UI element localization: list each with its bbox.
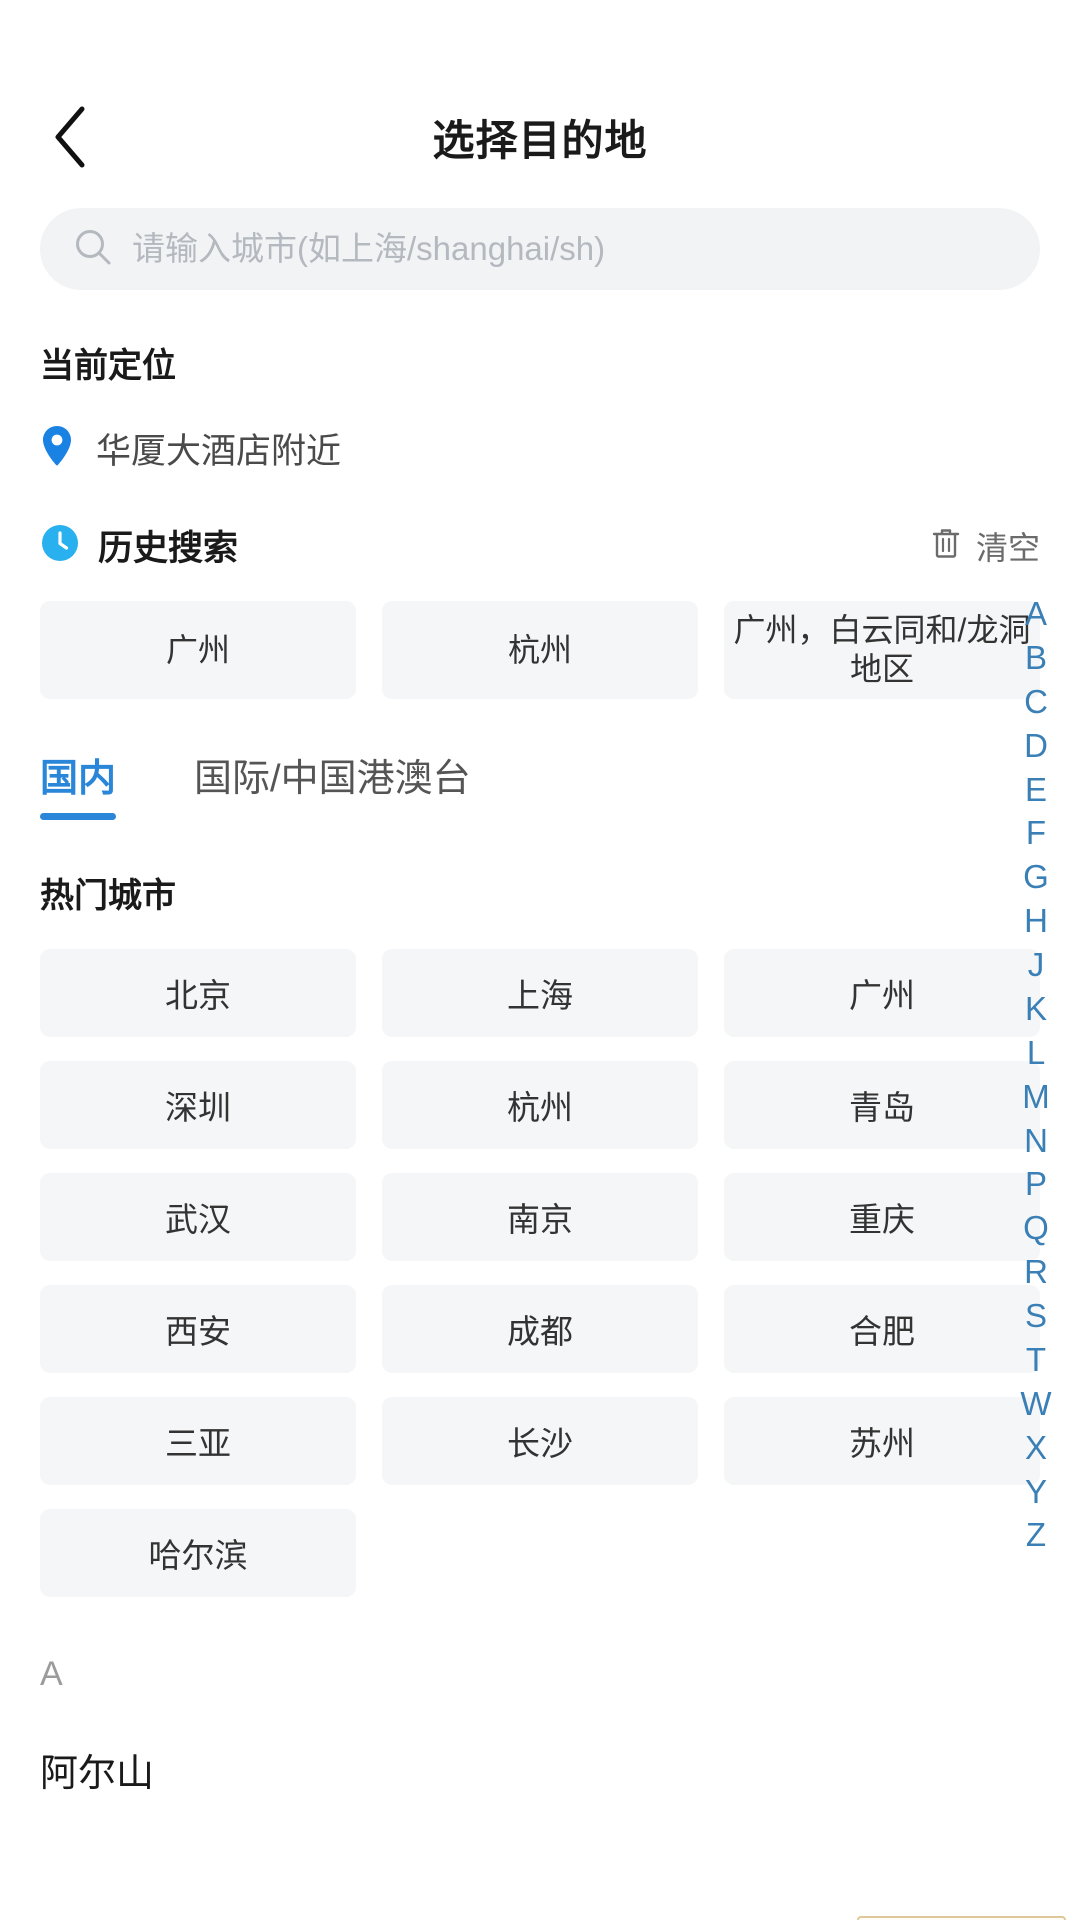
city-cell[interactable]: 武汉 bbox=[40, 1173, 356, 1262]
index-letter[interactable]: E bbox=[1025, 768, 1047, 812]
index-letter[interactable]: B bbox=[1025, 636, 1047, 680]
index-letter[interactable]: K bbox=[1025, 987, 1047, 1031]
back-button[interactable] bbox=[34, 101, 106, 173]
city-cell[interactable]: 北京 bbox=[40, 949, 356, 1038]
trash-icon bbox=[930, 526, 962, 565]
search-input[interactable] bbox=[132, 230, 1006, 268]
city-cell[interactable]: 深圳 bbox=[40, 1061, 356, 1150]
city-cell[interactable]: 苏州 bbox=[724, 1397, 1040, 1486]
hot-cities-grid: 北京 上海 广州 深圳 杭州 青岛 武汉 南京 重庆 西安 成都 合肥 三亚 长… bbox=[0, 949, 1080, 1598]
clear-history-button[interactable]: 清空 bbox=[930, 523, 1040, 569]
index-letter[interactable]: Z bbox=[1026, 1513, 1046, 1557]
map-pin-icon bbox=[40, 424, 74, 473]
index-letter[interactable]: Q bbox=[1023, 1206, 1049, 1250]
page-header: 选择目的地 bbox=[0, 72, 1080, 202]
chevron-left-icon bbox=[50, 105, 90, 169]
index-letter[interactable]: X bbox=[1025, 1426, 1047, 1470]
index-letter[interactable]: N bbox=[1024, 1119, 1048, 1163]
history-chip-grid: 广州 杭州 广州，白云同和/龙洞地区 bbox=[0, 601, 1080, 700]
history-chip[interactable]: 广州，白云同和/龙洞地区 bbox=[724, 601, 1040, 700]
index-letter[interactable]: M bbox=[1022, 1075, 1050, 1119]
city-cell[interactable]: 重庆 bbox=[724, 1173, 1040, 1262]
city-cell[interactable]: 杭州 bbox=[382, 1061, 698, 1150]
search-bar[interactable] bbox=[40, 208, 1040, 290]
city-cell[interactable]: 合肥 bbox=[724, 1285, 1040, 1374]
region-tabs: 国内 国际/中国港澳台 bbox=[0, 747, 1080, 821]
clock-icon bbox=[40, 523, 80, 568]
history-chip[interactable]: 杭州 bbox=[382, 601, 698, 700]
city-cell[interactable]: 西安 bbox=[40, 1285, 356, 1374]
history-title: 历史搜索 bbox=[98, 529, 239, 568]
page-title: 选择目的地 bbox=[432, 116, 648, 164]
city-cell[interactable]: 上海 bbox=[382, 949, 698, 1038]
history-header: 历史搜索 清空 bbox=[0, 520, 1080, 571]
search-icon bbox=[74, 228, 112, 271]
search-section bbox=[0, 208, 1080, 290]
alpha-section-letter: A bbox=[40, 1655, 63, 1694]
index-letter[interactable]: P bbox=[1025, 1162, 1047, 1206]
current-location-heading: 当前定位 bbox=[40, 347, 176, 385]
index-letter[interactable]: W bbox=[1020, 1382, 1051, 1426]
index-letter[interactable]: J bbox=[1028, 943, 1045, 987]
index-letter[interactable]: T bbox=[1026, 1338, 1046, 1382]
city-cell[interactable]: 南京 bbox=[382, 1173, 698, 1262]
index-letter[interactable]: F bbox=[1026, 811, 1046, 855]
alpha-city-item[interactable]: 阿尔山 bbox=[0, 1742, 1080, 1797]
watermark-badge: 铜天下手游 WWW.168510.COM bbox=[856, 1916, 1066, 1920]
current-location-name: 华厦大酒店附近 bbox=[96, 432, 342, 471]
city-cell[interactable]: 广州 bbox=[724, 949, 1040, 1038]
index-letter[interactable]: R bbox=[1024, 1250, 1048, 1294]
index-letter[interactable]: H bbox=[1024, 899, 1048, 943]
city-cell[interactable]: 成都 bbox=[382, 1285, 698, 1374]
index-letter[interactable]: G bbox=[1023, 855, 1049, 899]
index-letter[interactable]: L bbox=[1027, 1031, 1045, 1075]
history-title-group: 历史搜索 bbox=[40, 520, 238, 571]
destination-picker-screen: 选择目的地 当前定位 华厦大酒店附近 bbox=[0, 72, 1080, 1920]
tab-international[interactable]: 国际/中国港澳台 bbox=[194, 747, 471, 820]
tab-domestic[interactable]: 国内 bbox=[40, 747, 117, 821]
clear-history-label: 清空 bbox=[975, 529, 1040, 566]
city-cell[interactable]: 长沙 bbox=[382, 1397, 698, 1486]
city-cell[interactable]: 三亚 bbox=[40, 1397, 356, 1486]
city-cell[interactable]: 青岛 bbox=[724, 1061, 1040, 1150]
hot-cities-heading: 热门城市 bbox=[40, 877, 176, 916]
current-location-row[interactable]: 华厦大酒店附近 bbox=[0, 423, 1080, 474]
index-letter[interactable]: A bbox=[1025, 592, 1047, 636]
index-letter[interactable]: Y bbox=[1025, 1470, 1047, 1514]
history-chip[interactable]: 广州 bbox=[40, 601, 356, 700]
index-letter[interactable]: S bbox=[1025, 1294, 1047, 1338]
index-letter[interactable]: D bbox=[1024, 724, 1048, 768]
index-letter[interactable]: C bbox=[1024, 680, 1048, 724]
city-cell[interactable]: 哈尔滨 bbox=[40, 1509, 356, 1598]
alphabet-index-rail[interactable]: A B C D E F G H J K L M N P Q R S T W X … bbox=[1010, 592, 1062, 1557]
